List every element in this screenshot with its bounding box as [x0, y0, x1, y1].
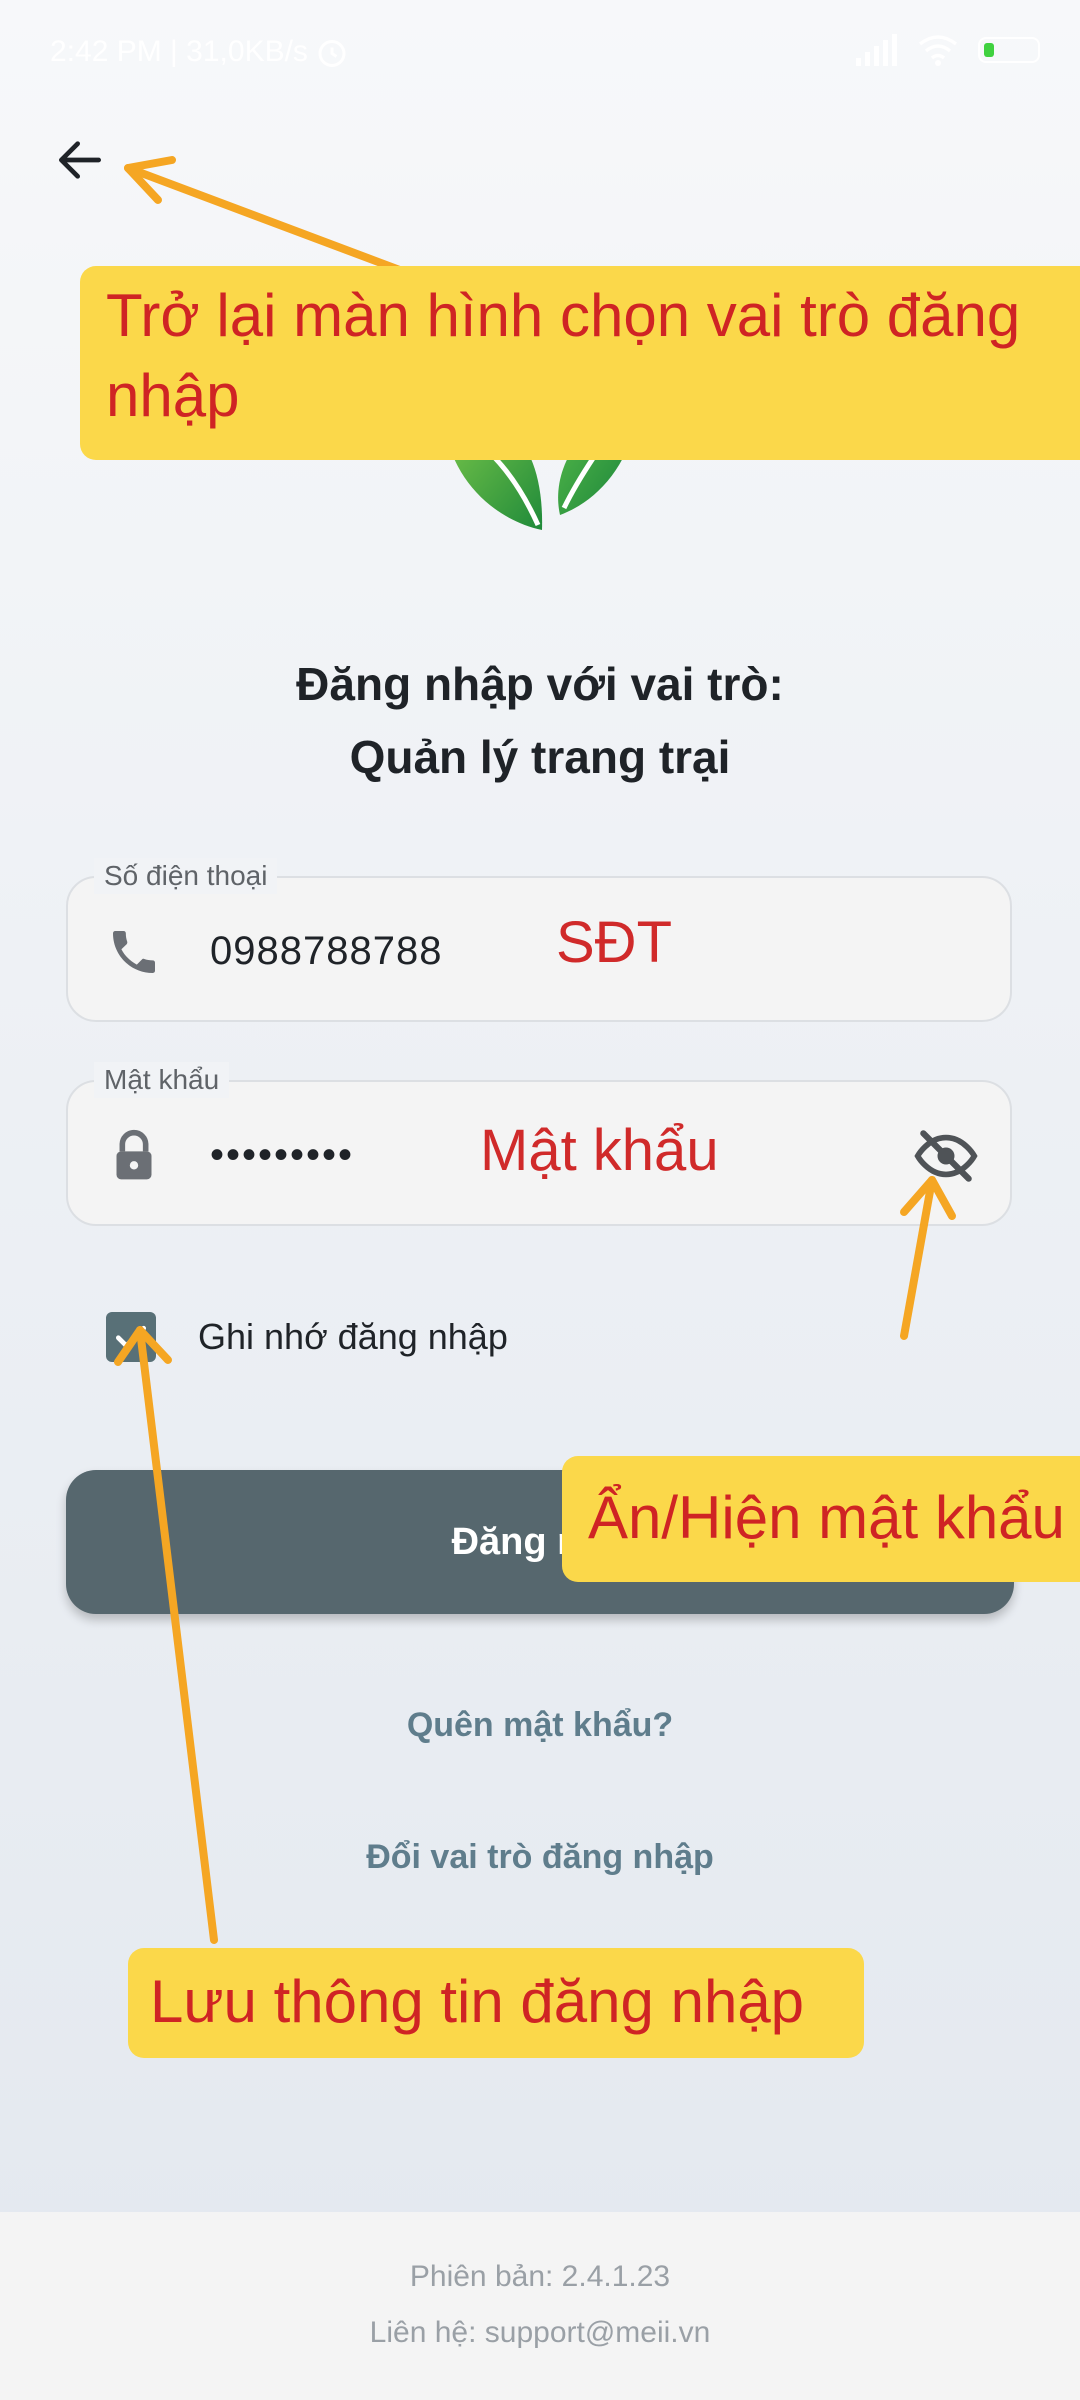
callout-remember: Lưu thông tin đăng nhập: [128, 1948, 864, 2058]
callout-remember-text: Lưu thông tin đăng nhập: [150, 1968, 805, 2035]
arrow-to-back: [124, 164, 409, 276]
arrow-to-checkbox: [136, 1326, 218, 1944]
callout-back-text: Trở lại màn hình chọn vai trò đăng nhập: [106, 282, 1021, 429]
callout-back: Trở lại màn hình chọn vai trò đăng nhập: [80, 266, 1080, 460]
callout-toggle: Ẩn/Hiện mật khẩu: [562, 1456, 1080, 1582]
callout-toggle-text: Ẩn/Hiện mật khẩu: [588, 1484, 1065, 1551]
